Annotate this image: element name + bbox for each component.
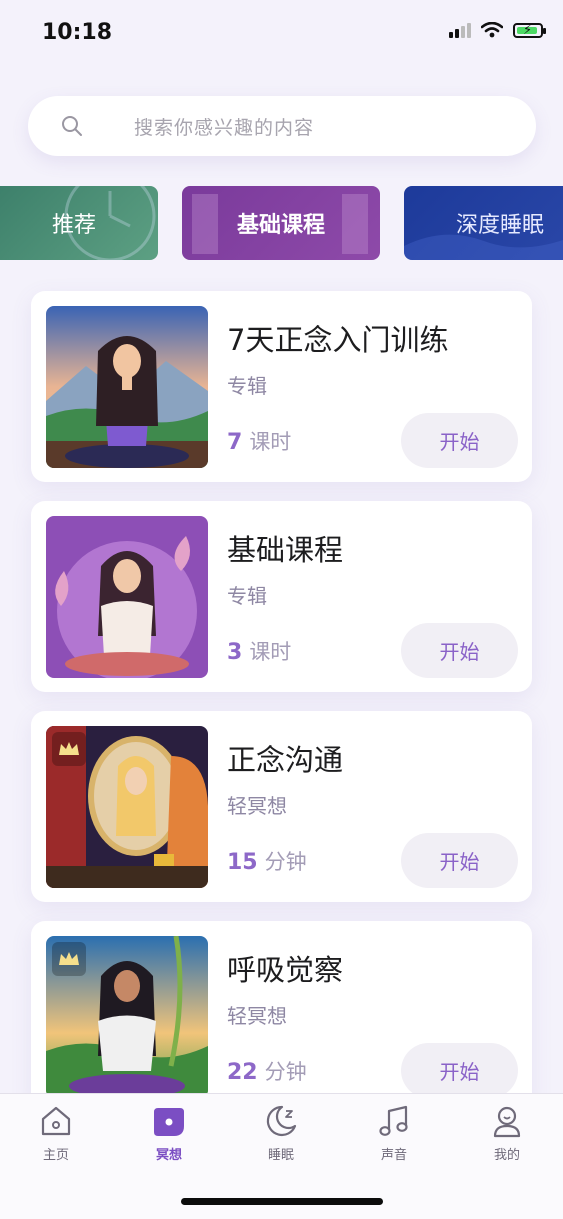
category-deep-sleep[interactable]: 深度睡眠 [404,186,563,260]
duration-unit: 分钟 [264,1060,307,1084]
duration-unit: 课时 [249,640,292,664]
course-duration: 3 课时 [227,636,291,666]
course-thumbnail [46,516,208,678]
tab-home[interactable]: 主页 [16,1104,96,1163]
search-bar[interactable]: 搜索你感兴趣的内容 [28,96,536,156]
moon-icon [266,1105,297,1137]
tab-sounds[interactable]: 声音 [354,1104,434,1163]
tab-label: 我的 [493,1148,520,1163]
duration-value: 22 [227,1060,258,1085]
category-label: 深度睡眠 [456,213,545,238]
start-button[interactable]: 开始 [401,413,518,468]
course-type: 轻冥想 [227,1004,287,1028]
tab-meditation[interactable]: 冥想 [129,1104,209,1163]
category-label: 推荐 [51,213,96,238]
category-recommended[interactable]: 推荐 [0,186,158,260]
tab-label: 声音 [380,1148,407,1163]
course-duration: 15 分钟 [227,846,307,876]
course-thumbnail [46,936,208,1098]
duration-unit: 分钟 [264,850,307,874]
status-bar: 10:18 ⚡ [0,0,563,70]
home-icon [41,1106,71,1136]
category-row: 推荐 基础课程 深度睡眠 [0,186,563,262]
course-card[interactable]: 正念沟通 轻冥想 15 分钟 开始 [31,711,532,902]
start-button[interactable]: 开始 [401,623,518,678]
search-placeholder: 搜索你感兴趣的内容 [134,117,315,139]
status-icons: ⚡ [449,22,546,38]
tab-label: 睡眠 [267,1148,294,1163]
category-label: 基础课程 [236,213,325,238]
course-title: 正念沟通 [227,743,344,777]
course-card[interactable]: 基础课程 专辑 3 课时 开始 [31,501,532,692]
music-note-icon [379,1105,408,1136]
start-button[interactable]: 开始 [401,833,518,888]
course-thumbnail [46,726,208,888]
start-button[interactable]: 开始 [401,1043,518,1098]
cellular-signal-icon [449,22,471,38]
course-title: 7天正念入门训练 [227,323,449,357]
duration-value: 7 [227,430,243,455]
duration-value: 15 [227,850,258,875]
tab-sleep[interactable]: 睡眠 [241,1104,321,1163]
course-card[interactable]: 呼吸觉察 轻冥想 22 分钟 开始 [31,921,532,1112]
tab-profile[interactable]: 我的 [467,1104,547,1163]
course-duration: 7 课时 [227,426,291,456]
search-icon [62,116,82,136]
battery-icon: ⚡ [513,22,546,38]
status-time: 10:18 [42,20,113,45]
category-basic-course[interactable]: 基础课程 [182,186,380,260]
course-title: 呼吸觉察 [227,953,344,987]
wifi-icon [481,22,503,38]
course-duration: 22 分钟 [227,1056,307,1086]
course-title: 基础课程 [227,533,344,567]
tab-label: 冥想 [155,1148,182,1163]
course-type: 专辑 [227,374,267,398]
course-thumbnail [46,306,208,468]
duration-value: 3 [227,640,243,665]
home-indicator [181,1198,383,1205]
tab-label: 主页 [42,1148,69,1163]
crown-icon [52,942,86,976]
course-type: 轻冥想 [227,794,287,818]
course-card[interactable]: 7天正念入门训练 专辑 7 课时 开始 [31,291,532,482]
crown-icon [52,732,86,766]
duration-unit: 课时 [249,430,292,454]
meditation-icon [154,1108,184,1136]
profile-icon [493,1106,521,1138]
course-type: 专辑 [227,584,267,608]
